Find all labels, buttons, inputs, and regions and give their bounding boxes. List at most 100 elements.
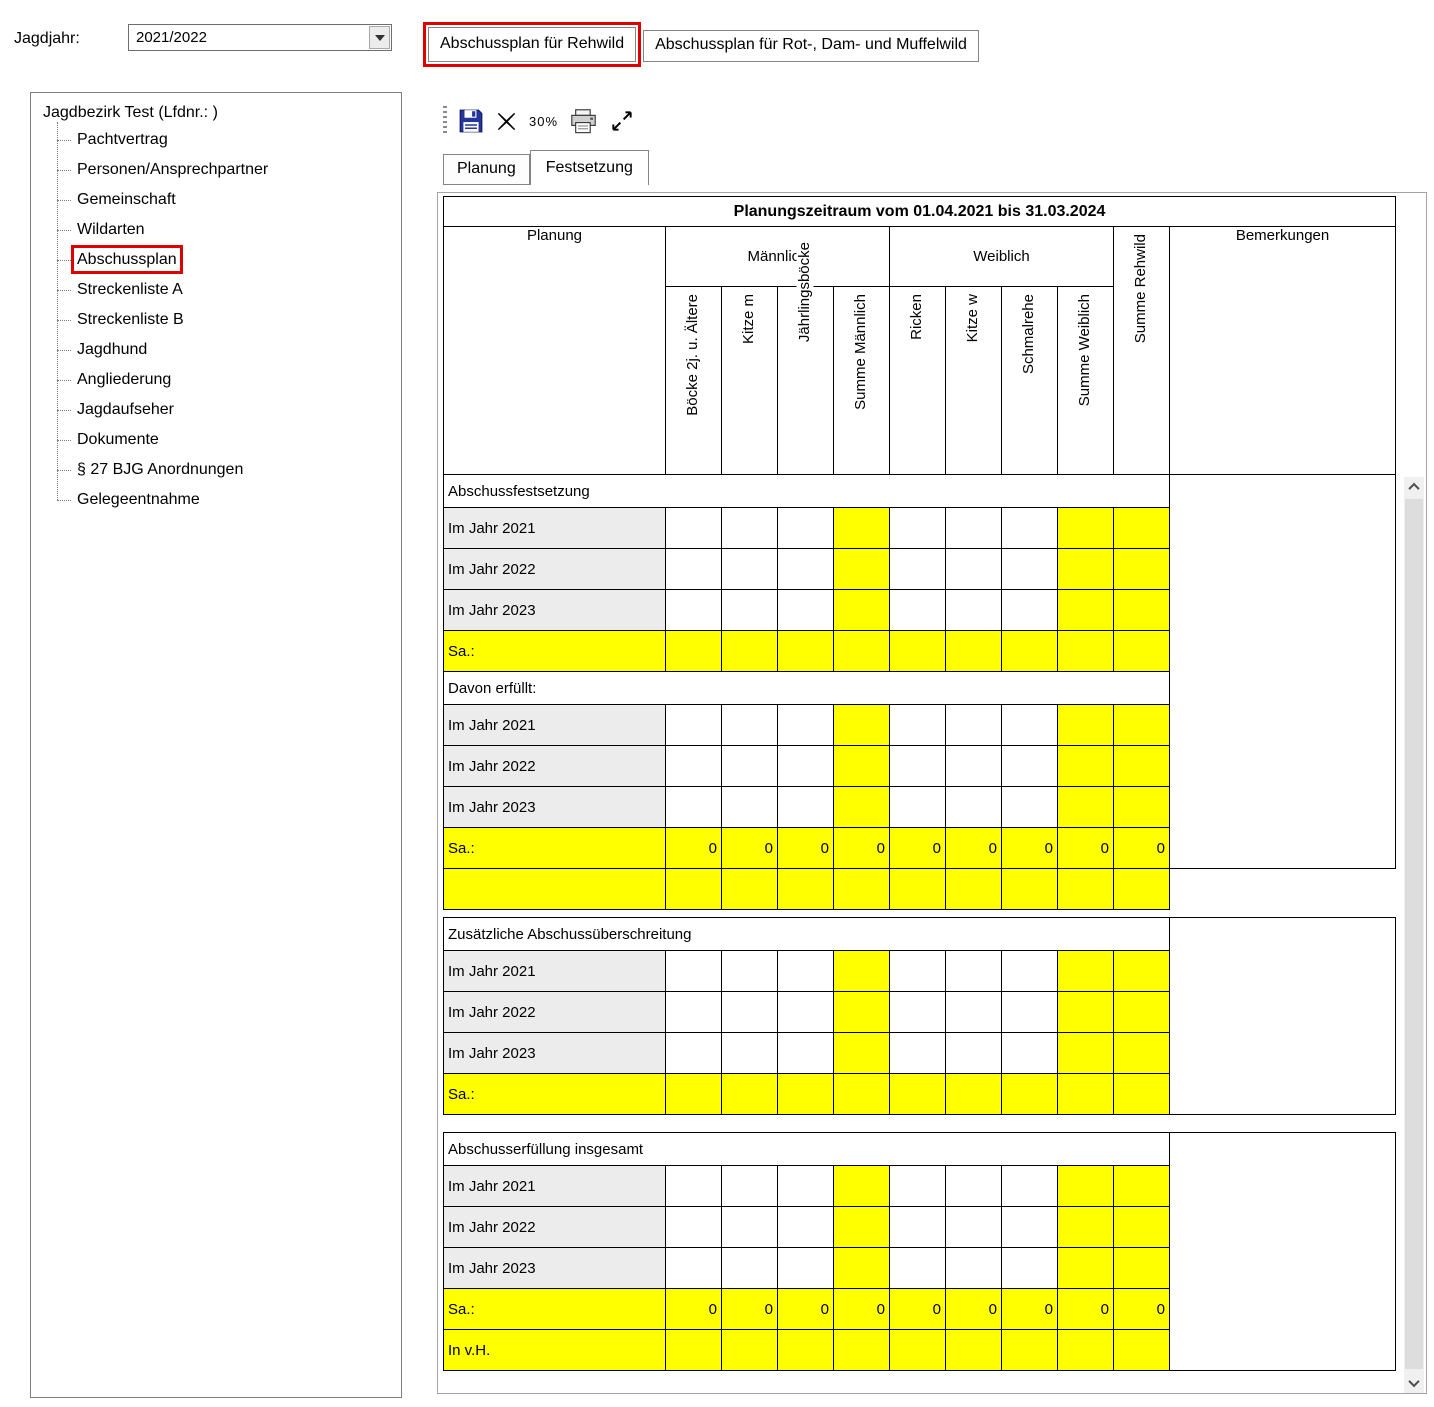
value-cell[interactable] xyxy=(946,992,1002,1033)
value-cell[interactable] xyxy=(722,1033,778,1074)
value-cell[interactable] xyxy=(1114,787,1170,828)
value-cell[interactable] xyxy=(722,549,778,590)
tree-item[interactable]: Dokumente xyxy=(45,425,401,455)
value-cell[interactable] xyxy=(1058,787,1114,828)
bemerkungen-cell[interactable] xyxy=(1170,1133,1396,1371)
value-cell[interactable] xyxy=(1002,549,1058,590)
save-icon[interactable] xyxy=(458,108,484,134)
value-cell[interactable] xyxy=(1058,1166,1114,1207)
value-cell[interactable] xyxy=(946,787,1002,828)
value-cell[interactable] xyxy=(1058,631,1114,672)
value-cell[interactable] xyxy=(1114,951,1170,992)
value-cell[interactable] xyxy=(1114,1330,1170,1371)
value-cell[interactable] xyxy=(834,631,890,672)
value-cell[interactable]: 0 xyxy=(946,828,1002,869)
tree-item[interactable]: Angliederung xyxy=(45,365,401,395)
value-cell[interactable] xyxy=(1058,746,1114,787)
value-cell[interactable]: 0 xyxy=(946,1289,1002,1330)
tree-item[interactable]: Pachtvertrag xyxy=(45,125,401,155)
toolbar-grip-icon[interactable] xyxy=(443,106,447,136)
value-cell[interactable] xyxy=(890,746,946,787)
value-cell[interactable] xyxy=(778,1166,834,1207)
value-cell[interactable] xyxy=(1002,1207,1058,1248)
tree-item[interactable]: Gemeinschaft xyxy=(45,185,401,215)
value-cell[interactable] xyxy=(778,746,834,787)
value-cell[interactable] xyxy=(722,1248,778,1289)
value-cell[interactable] xyxy=(666,1166,722,1207)
value-cell[interactable] xyxy=(778,631,834,672)
print-icon[interactable] xyxy=(569,108,598,135)
value-cell[interactable] xyxy=(1002,869,1058,910)
value-cell[interactable]: 0 xyxy=(890,1289,946,1330)
value-cell[interactable] xyxy=(722,992,778,1033)
value-cell[interactable] xyxy=(1058,549,1114,590)
value-cell[interactable] xyxy=(1002,787,1058,828)
value-cell[interactable] xyxy=(946,590,1002,631)
value-cell[interactable]: 0 xyxy=(890,828,946,869)
value-cell[interactable]: 0 xyxy=(834,1289,890,1330)
value-cell[interactable] xyxy=(834,992,890,1033)
value-cell[interactable] xyxy=(1002,992,1058,1033)
value-cell[interactable] xyxy=(834,508,890,549)
value-cell[interactable] xyxy=(890,549,946,590)
value-cell[interactable] xyxy=(722,1074,778,1115)
tab-planung[interactable]: Planung xyxy=(443,154,530,185)
value-cell[interactable] xyxy=(778,1074,834,1115)
value-cell[interactable] xyxy=(890,1074,946,1115)
value-cell[interactable] xyxy=(834,951,890,992)
value-cell[interactable]: 0 xyxy=(666,1289,722,1330)
value-cell[interactable] xyxy=(834,869,890,910)
value-cell[interactable] xyxy=(1002,590,1058,631)
value-cell[interactable]: 0 xyxy=(778,828,834,869)
value-cell[interactable] xyxy=(1114,1248,1170,1289)
value-cell[interactable] xyxy=(834,1207,890,1248)
value-cell[interactable] xyxy=(666,631,722,672)
tab-festsetzung[interactable]: Festsetzung xyxy=(530,150,649,185)
value-cell[interactable] xyxy=(778,705,834,746)
zoom-level[interactable]: 30% xyxy=(529,114,558,129)
value-cell[interactable] xyxy=(946,1074,1002,1115)
value-cell[interactable] xyxy=(834,549,890,590)
value-cell[interactable]: 0 xyxy=(722,828,778,869)
value-cell[interactable] xyxy=(722,590,778,631)
fit-window-icon[interactable] xyxy=(609,108,635,134)
value-cell[interactable] xyxy=(1002,1074,1058,1115)
bemerkungen-cell[interactable] xyxy=(1170,475,1396,869)
value-cell[interactable]: 0 xyxy=(1114,828,1170,869)
value-cell[interactable] xyxy=(890,869,946,910)
bemerkungen-cell[interactable] xyxy=(1170,918,1396,1115)
value-cell[interactable] xyxy=(666,549,722,590)
tree-item[interactable]: Wildarten xyxy=(45,215,401,245)
value-cell[interactable] xyxy=(1002,1166,1058,1207)
value-cell[interactable] xyxy=(666,1074,722,1115)
value-cell[interactable] xyxy=(1114,746,1170,787)
value-cell[interactable] xyxy=(722,1166,778,1207)
value-cell[interactable] xyxy=(778,1330,834,1371)
value-cell[interactable] xyxy=(778,549,834,590)
value-cell[interactable] xyxy=(666,787,722,828)
value-cell[interactable] xyxy=(722,508,778,549)
value-cell[interactable] xyxy=(1114,508,1170,549)
value-cell[interactable] xyxy=(722,787,778,828)
value-cell[interactable] xyxy=(722,1207,778,1248)
value-cell[interactable] xyxy=(666,705,722,746)
value-cell[interactable] xyxy=(946,746,1002,787)
value-cell[interactable] xyxy=(722,746,778,787)
value-cell[interactable] xyxy=(890,508,946,549)
scroll-up-button[interactable] xyxy=(1404,477,1424,497)
value-cell[interactable] xyxy=(1002,1033,1058,1074)
value-cell[interactable] xyxy=(666,951,722,992)
value-cell[interactable] xyxy=(890,787,946,828)
value-cell[interactable] xyxy=(890,590,946,631)
value-cell[interactable] xyxy=(1058,992,1114,1033)
value-cell[interactable]: 0 xyxy=(1002,828,1058,869)
value-cell[interactable] xyxy=(1002,951,1058,992)
value-cell[interactable]: 0 xyxy=(834,828,890,869)
tree-item[interactable]: § 27 BJG Anordnungen xyxy=(45,455,401,485)
value-cell[interactable] xyxy=(666,590,722,631)
tab-abschussplan-rehwild[interactable]: Abschussplan für Rehwild xyxy=(428,27,636,62)
value-cell[interactable] xyxy=(1114,869,1170,910)
value-cell[interactable]: 0 xyxy=(778,1289,834,1330)
tree-root-item[interactable]: Jagdbezirk Test (Lfdnr.: ) xyxy=(31,93,401,125)
value-cell[interactable] xyxy=(890,631,946,672)
